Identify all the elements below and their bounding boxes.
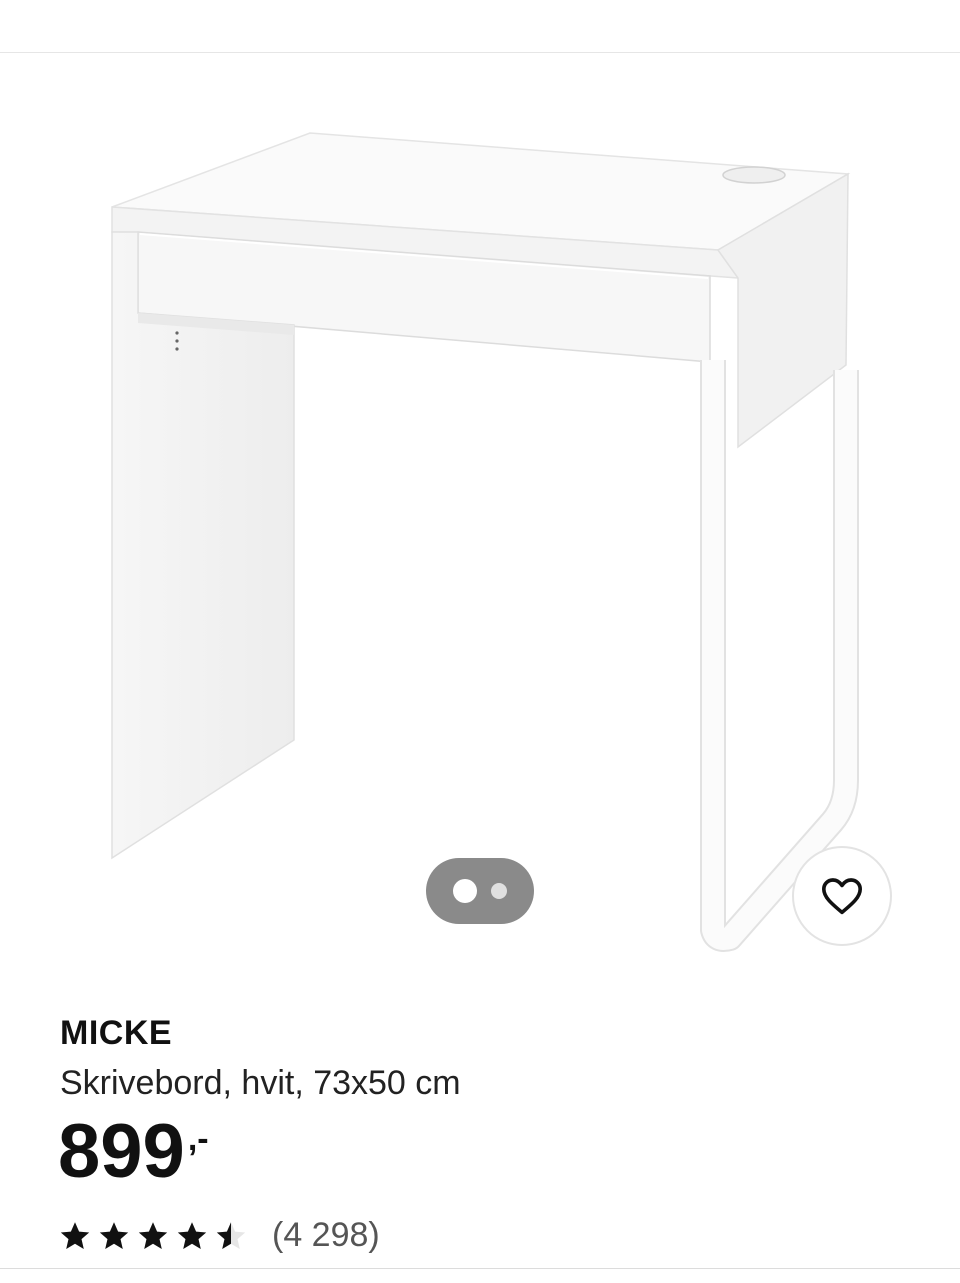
pager-dot-active[interactable] [453,879,477,903]
product-price: 899 ,- [58,1114,209,1190]
heart-icon [821,878,862,915]
top-divider [0,52,960,53]
price-amount: 899 [58,1109,185,1194]
star-half-icon [216,1221,246,1249]
desk-illustration [111,132,859,952]
product-image[interactable] [0,60,960,960]
product-description: Skrivebord, hvit, 73x50 cm [60,1064,461,1102]
star-full-icon [138,1221,168,1249]
star-full-icon [60,1221,90,1249]
review-count[interactable]: (4 298) [272,1216,380,1255]
product-name[interactable]: MICKE [60,1014,172,1053]
product-rating[interactable]: (4 298) [58,1216,380,1255]
price-suffix: ,- [187,1120,209,1158]
bottom-divider [0,1268,960,1269]
pager-dot-inactive[interactable] [491,883,507,899]
star-full-icon [177,1221,207,1249]
star-full-icon [99,1221,129,1249]
favorite-button[interactable] [792,846,892,946]
image-pager[interactable] [426,858,534,924]
rating-stars [58,1219,248,1253]
